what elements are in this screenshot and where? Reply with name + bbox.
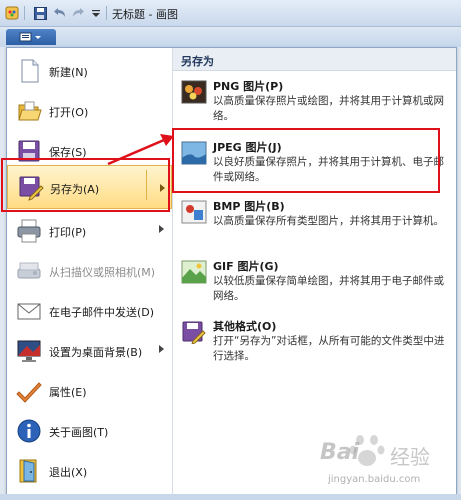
menu-item-properties[interactable]: 属性(E) — [7, 371, 172, 411]
format-title: BMP 图片(B) — [213, 200, 285, 213]
format-title: PNG 图片(P) — [213, 80, 284, 93]
submenu-title: 另存为 — [181, 55, 214, 68]
redo-icon[interactable] — [70, 5, 86, 21]
submenu-header: 另存为 — [173, 48, 456, 71]
gif-image-icon — [181, 260, 207, 284]
watermark-url: jingyan.baidu.com — [328, 474, 421, 485]
ribbon-strip — [0, 29, 461, 47]
menu-item-from-scanner: 从扫描仪或照相机(M) — [7, 251, 172, 291]
menu-item-label: 关于画图(T) — [49, 426, 109, 439]
window-title: 无标题 - 画图 — [112, 8, 178, 21]
menu-item-open[interactable]: 打开(O) — [7, 91, 172, 131]
menu-item-send-email[interactable]: 在电子邮件中发送(D) — [7, 291, 172, 331]
checkmark-icon — [16, 382, 42, 403]
menu-item-label: 从扫描仪或照相机(M) — [49, 266, 156, 279]
menu-item-label: 在电子邮件中发送(D) — [49, 306, 155, 319]
menu-left-pane: 新建(N) 打开(O) 保存(S) 另存为(A) 打印(P) 从扫描仪或照相机(… — [7, 48, 173, 495]
menu-button-icon — [19, 32, 41, 42]
email-icon — [17, 303, 41, 320]
menu-item-label: 设置为桌面背景(B) — [49, 346, 143, 359]
save-as-other-formats[interactable]: 其他格式(O) 打开“另存为”对话框，从所有可能的文件类型中进行选择。 — [173, 314, 456, 370]
annotation-arrow-icon — [107, 134, 174, 166]
application-menu: 新建(N) 打开(O) 保存(S) 另存为(A) 打印(P) 从扫描仪或照相机(… — [6, 47, 457, 496]
menu-item-new[interactable]: 新建(N) — [7, 51, 172, 91]
menu-item-label: 打印(P) — [49, 226, 87, 239]
qat-separator — [24, 6, 25, 20]
watermark-brand-suffix: 经验 — [390, 445, 430, 469]
customize-qat-icon[interactable] — [90, 5, 102, 21]
other-formats-icon — [182, 321, 206, 344]
menu-item-exit[interactable]: 退出(X) — [7, 451, 172, 491]
exit-door-icon — [19, 459, 37, 483]
annotation-box-jpeg — [172, 128, 440, 193]
window-bottom-edge — [0, 494, 461, 500]
baidu-watermark: Bai 经验 jingyan.baidu.com — [320, 430, 455, 492]
menu-item-about[interactable]: 关于画图(T) — [7, 411, 172, 451]
menu-item-label: 新建(N) — [49, 66, 88, 79]
menu-item-set-desktop[interactable]: 设置为桌面背景(B) — [7, 331, 172, 371]
new-document-icon — [21, 59, 39, 83]
menu-item-print[interactable]: 打印(P) — [7, 211, 172, 251]
open-folder-icon — [18, 101, 42, 121]
menu-item-label: 退出(X) — [49, 466, 88, 479]
submenu-arrow-icon[interactable] — [159, 345, 164, 353]
undo-icon[interactable] — [52, 5, 68, 21]
save-as-bmp[interactable]: BMP 图片(B) 以高质量保存所有类型图片，并将其用于计算机。 — [173, 194, 456, 250]
format-title: GIF 图片(G) — [213, 260, 279, 273]
paint-app-icon[interactable] — [4, 5, 20, 21]
title-separator — [106, 6, 107, 20]
format-description: 以高质量保存照片或绘图，并将其用于计算机或网络。 — [213, 95, 444, 122]
submenu-arrow-icon[interactable] — [159, 225, 164, 233]
watermark-brand: Bai — [320, 440, 360, 465]
format-description: 以高质量保存所有类型图片，并将其用于计算机。 — [213, 215, 444, 227]
menu-item-label: 属性(E) — [49, 386, 87, 399]
printer-icon — [17, 219, 41, 243]
save-as-gif[interactable]: GIF 图片(G) 以较低质量保存简单绘图，并将其用于电子邮件或网络。 — [173, 254, 456, 310]
bmp-image-icon — [181, 200, 207, 224]
menu-item-label: 打开(O) — [49, 106, 89, 119]
title-bar: 无标题 - 画图 — [0, 0, 461, 27]
info-icon — [17, 419, 41, 443]
save-icon[interactable] — [32, 5, 48, 21]
format-description: 以较低质量保存简单绘图，并将其用于电子邮件或网络。 — [213, 275, 444, 302]
save-as-png[interactable]: PNG 图片(P) 以高质量保存照片或绘图，并将其用于计算机或网络。 — [173, 74, 456, 130]
scanner-camera-icon — [17, 262, 41, 279]
desktop-background-icon — [17, 340, 41, 362]
format-title: 其他格式(O) — [213, 320, 277, 333]
format-description: 打开“另存为”对话框，从所有可能的文件类型中进行选择。 — [213, 335, 445, 362]
save-as-submenu: 另存为 PNG 图片(P) 以高质量保存照片或绘图，并将其用于计算机或网络。 J… — [173, 48, 456, 495]
paint-menu-button[interactable] — [6, 29, 56, 45]
png-image-icon — [181, 80, 207, 104]
